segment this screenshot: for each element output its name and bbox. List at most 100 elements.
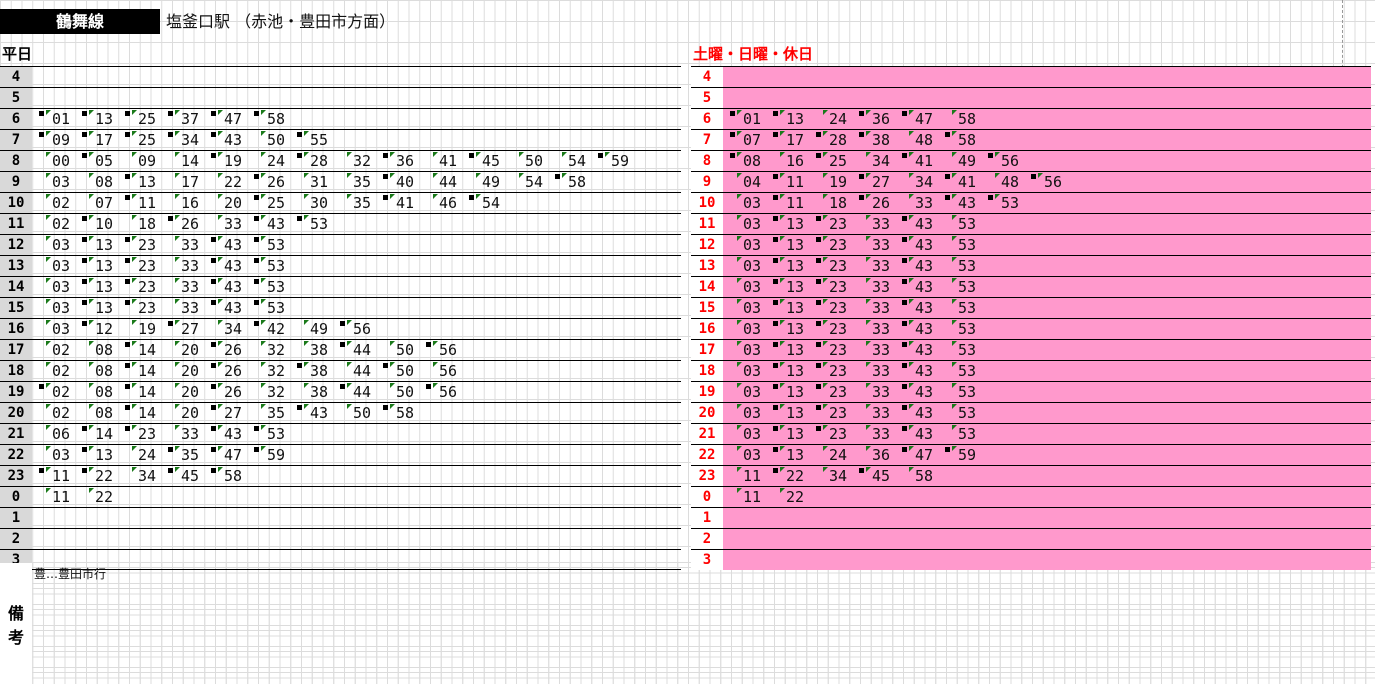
hour-cell[interactable]: 1 xyxy=(691,508,723,528)
departure-time[interactable]: 22 xyxy=(773,466,804,486)
departure-time[interactable]: 23 xyxy=(816,298,847,318)
departure-time[interactable]: 53 xyxy=(254,298,285,318)
hour-cell[interactable]: 10 xyxy=(0,193,32,213)
departure-time[interactable]: 23 xyxy=(125,235,156,255)
departure-time[interactable]: 33 xyxy=(909,193,933,213)
departure-time[interactable]: 43 xyxy=(297,403,328,423)
departure-time[interactable]: 33 xyxy=(218,214,242,234)
departure-time[interactable]: 14 xyxy=(82,424,113,444)
departure-time[interactable]: 03 xyxy=(46,256,70,276)
departure-time[interactable]: 44 xyxy=(433,172,457,192)
departure-time[interactable]: 25 xyxy=(125,130,156,150)
departure-time[interactable]: 04 xyxy=(737,172,761,192)
departure-time[interactable]: 05 xyxy=(82,151,113,171)
departure-time[interactable]: 10 xyxy=(82,214,113,234)
departure-time[interactable]: 13 xyxy=(773,235,804,255)
departure-time[interactable]: 53 xyxy=(254,235,285,255)
departure-time[interactable]: 33 xyxy=(866,382,890,402)
departure-time[interactable]: 26 xyxy=(859,193,890,213)
departure-time[interactable]: 50 xyxy=(390,340,414,360)
departure-time[interactable]: 08 xyxy=(89,340,113,360)
hour-cell[interactable]: 21 xyxy=(691,424,723,444)
departure-time[interactable]: 01 xyxy=(39,109,70,129)
hour-cell[interactable]: 4 xyxy=(691,67,723,87)
departure-time[interactable]: 47 xyxy=(211,445,242,465)
departure-time[interactable]: 13 xyxy=(773,424,804,444)
departure-time[interactable]: 54 xyxy=(469,193,500,213)
departure-time[interactable]: 13 xyxy=(82,109,113,129)
departure-time[interactable]: 53 xyxy=(988,193,1019,213)
departure-time[interactable]: 20 xyxy=(175,382,199,402)
departure-time[interactable]: 30 xyxy=(304,193,328,213)
departure-time[interactable]: 46 xyxy=(433,193,457,213)
departure-time[interactable]: 37 xyxy=(168,109,199,129)
hour-cell[interactable]: 16 xyxy=(0,319,32,339)
departure-time[interactable]: 23 xyxy=(816,424,847,444)
departure-time[interactable]: 17 xyxy=(773,130,804,150)
departure-time[interactable]: 11 xyxy=(737,487,761,507)
departure-time[interactable]: 27 xyxy=(211,403,242,423)
departure-time[interactable]: 13 xyxy=(773,277,804,297)
departure-time[interactable]: 02 xyxy=(46,340,70,360)
departure-time[interactable]: 11 xyxy=(773,193,804,213)
hour-cell[interactable]: 9 xyxy=(691,172,723,192)
weekday-title[interactable]: 平日 xyxy=(2,44,32,64)
departure-time[interactable]: 33 xyxy=(175,298,199,318)
departure-time[interactable]: 49 xyxy=(476,172,500,192)
departure-time[interactable]: 38 xyxy=(859,130,890,150)
departure-time[interactable]: 53 xyxy=(297,214,328,234)
departure-time[interactable]: 53 xyxy=(952,256,976,276)
hour-cell[interactable]: 10 xyxy=(691,193,723,213)
departure-time[interactable]: 24 xyxy=(261,151,285,171)
hour-cell[interactable]: 1 xyxy=(0,508,32,528)
departure-time[interactable]: 53 xyxy=(952,298,976,318)
departure-time[interactable]: 43 xyxy=(902,298,933,318)
hour-cell[interactable]: 4 xyxy=(0,67,32,87)
hour-cell[interactable]: 0 xyxy=(0,487,32,507)
departure-time[interactable]: 03 xyxy=(46,172,70,192)
hour-cell[interactable]: 15 xyxy=(691,298,723,318)
hour-cell[interactable]: 17 xyxy=(0,340,32,360)
hour-cell[interactable]: 7 xyxy=(691,130,723,150)
departure-time[interactable]: 58 xyxy=(555,172,586,192)
hour-cell[interactable]: 8 xyxy=(0,151,32,171)
departure-time[interactable]: 03 xyxy=(737,214,761,234)
departure-time[interactable]: 17 xyxy=(82,130,113,150)
hour-cell[interactable]: 12 xyxy=(691,235,723,255)
departure-time[interactable]: 02 xyxy=(39,382,70,402)
departure-time[interactable]: 53 xyxy=(952,403,976,423)
hour-cell[interactable]: 19 xyxy=(691,382,723,402)
departure-time[interactable]: 26 xyxy=(254,172,285,192)
departure-time[interactable]: 40 xyxy=(383,172,414,192)
departure-time[interactable]: 03 xyxy=(46,235,70,255)
departure-time[interactable]: 13 xyxy=(773,214,804,234)
departure-time[interactable]: 13 xyxy=(773,445,804,465)
departure-time[interactable]: 38 xyxy=(297,361,328,381)
departure-time[interactable]: 53 xyxy=(254,424,285,444)
hour-cell[interactable]: 20 xyxy=(0,403,32,423)
hour-cell[interactable]: 21 xyxy=(0,424,32,444)
departure-time[interactable]: 41 xyxy=(433,151,457,171)
departure-time[interactable]: 14 xyxy=(125,403,156,423)
departure-time[interactable]: 13 xyxy=(773,298,804,318)
departure-time[interactable]: 23 xyxy=(816,340,847,360)
departure-time[interactable]: 02 xyxy=(46,403,70,423)
departure-time[interactable]: 28 xyxy=(297,151,328,171)
notes-label[interactable]: 備 考 xyxy=(0,563,32,684)
departure-time[interactable]: 34 xyxy=(866,151,890,171)
departure-time[interactable]: 26 xyxy=(211,382,242,402)
departure-time[interactable]: 45 xyxy=(469,151,500,171)
departure-time[interactable]: 50 xyxy=(261,130,285,150)
departure-time[interactable]: 13 xyxy=(82,235,113,255)
departure-time[interactable]: 32 xyxy=(261,361,285,381)
departure-time[interactable]: 13 xyxy=(125,172,156,192)
departure-time[interactable]: 19 xyxy=(823,172,847,192)
departure-time[interactable]: 03 xyxy=(737,319,761,339)
departure-time[interactable]: 02 xyxy=(46,214,70,234)
departure-time[interactable]: 58 xyxy=(945,130,976,150)
hour-cell[interactable]: 2 xyxy=(691,529,723,549)
departure-time[interactable]: 11 xyxy=(125,193,156,213)
departure-time[interactable]: 54 xyxy=(519,172,543,192)
departure-time[interactable]: 53 xyxy=(952,424,976,444)
departure-time[interactable]: 26 xyxy=(211,361,242,381)
